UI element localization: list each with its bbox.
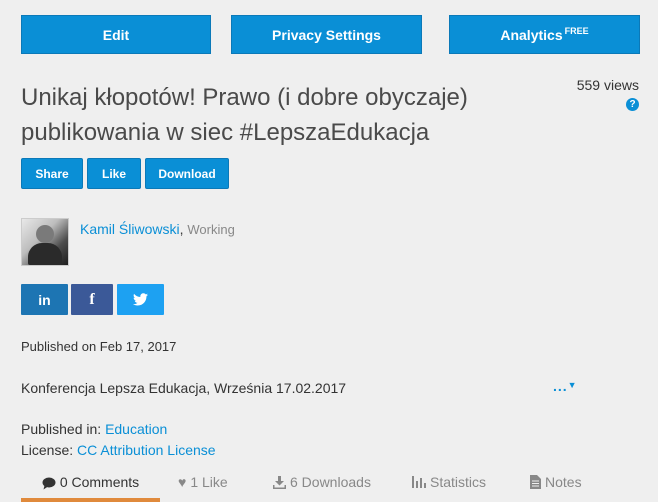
published-date: Published on Feb 17, 2017 <box>21 339 177 354</box>
license-line: License: CC Attribution License <box>21 442 216 458</box>
presentation-description: Konferencja Lepsza Edukacja, Września 17… <box>21 380 347 396</box>
bar-chart-icon <box>412 476 426 488</box>
share-button[interactable]: Share <box>21 158 83 189</box>
presentation-title: Unikaj kłopotów! Prawo (i dobre obyczaje… <box>21 84 468 146</box>
tab-likes-label: 1 Like <box>190 474 228 490</box>
download-icon <box>273 476 286 489</box>
author-organization: Working <box>187 222 235 237</box>
tab-notes-label: Notes <box>545 474 582 490</box>
like-button[interactable]: Like <box>87 158 141 189</box>
tab-comments[interactable]: 0 Comments <box>21 474 160 502</box>
view-count: 559 views <box>576 77 639 93</box>
author-avatar[interactable] <box>21 218 69 266</box>
download-button[interactable]: Download <box>145 158 229 189</box>
download-button-label: Download <box>158 166 216 181</box>
tab-downloads-label: 6 Downloads <box>290 474 371 490</box>
tab-downloads[interactable]: 6 Downloads <box>273 474 371 502</box>
published-in-line: Published in: Education <box>21 421 167 437</box>
category-link[interactable]: Education <box>105 421 167 437</box>
facebook-icon: f <box>89 290 95 308</box>
edit-button-label: Edit <box>102 26 130 43</box>
twitter-icon <box>133 293 148 306</box>
tab-likes[interactable]: ♥ 1 Like <box>178 474 228 502</box>
license-link[interactable]: CC Attribution License <box>77 442 216 458</box>
caret-down-icon: ▼ <box>567 380 578 390</box>
facebook-share-button[interactable]: f <box>71 284 113 315</box>
like-button-label: Like <box>101 166 126 181</box>
share-button-label: Share <box>35 166 69 181</box>
comment-icon <box>42 477 56 490</box>
tab-statistics-label: Statistics <box>430 474 487 490</box>
tab-notes[interactable]: Notes <box>530 474 582 502</box>
tab-comments-label: 0 Comments <box>59 474 140 490</box>
notes-icon <box>530 475 541 489</box>
tab-statistics[interactable]: Statistics <box>412 474 486 502</box>
analytics-button[interactable]: Analytics FREE <box>449 15 640 54</box>
edit-button[interactable]: Edit <box>21 15 211 54</box>
help-icon[interactable]: ? <box>626 98 639 111</box>
published-in-label: Published in: <box>21 421 102 437</box>
author-name-link[interactable]: Kamil Śliwowski <box>80 221 180 237</box>
twitter-share-button[interactable] <box>117 284 164 315</box>
analytics-free-badge: FREE <box>564 25 589 36</box>
heart-icon: ♥ <box>178 474 187 490</box>
more-details-toggle[interactable]: ...▼ <box>553 378 578 394</box>
author-line: Kamil Śliwowski, Working <box>80 221 235 237</box>
analytics-label: Analytics <box>500 26 563 43</box>
linkedin-icon: in <box>38 291 51 308</box>
privacy-settings-label: Privacy Settings <box>272 26 381 43</box>
more-ellipsis: ... <box>553 378 568 394</box>
privacy-settings-button[interactable]: Privacy Settings <box>231 15 422 54</box>
linkedin-share-button[interactable]: in <box>21 284 68 315</box>
license-label: License: <box>21 442 74 458</box>
